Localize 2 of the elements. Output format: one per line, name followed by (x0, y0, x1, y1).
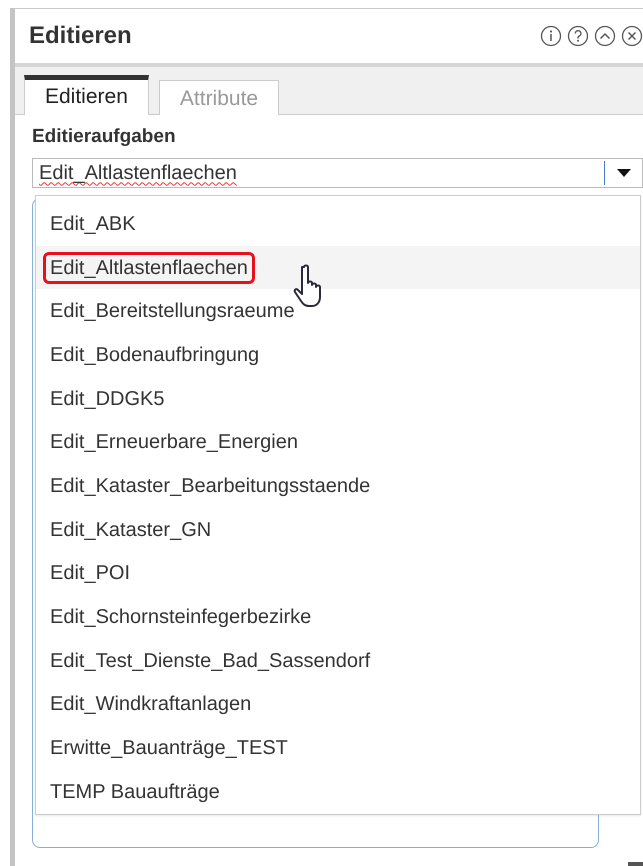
field-label: Editieraufgaben (32, 125, 177, 149)
panel-title: Editieren (29, 21, 132, 51)
